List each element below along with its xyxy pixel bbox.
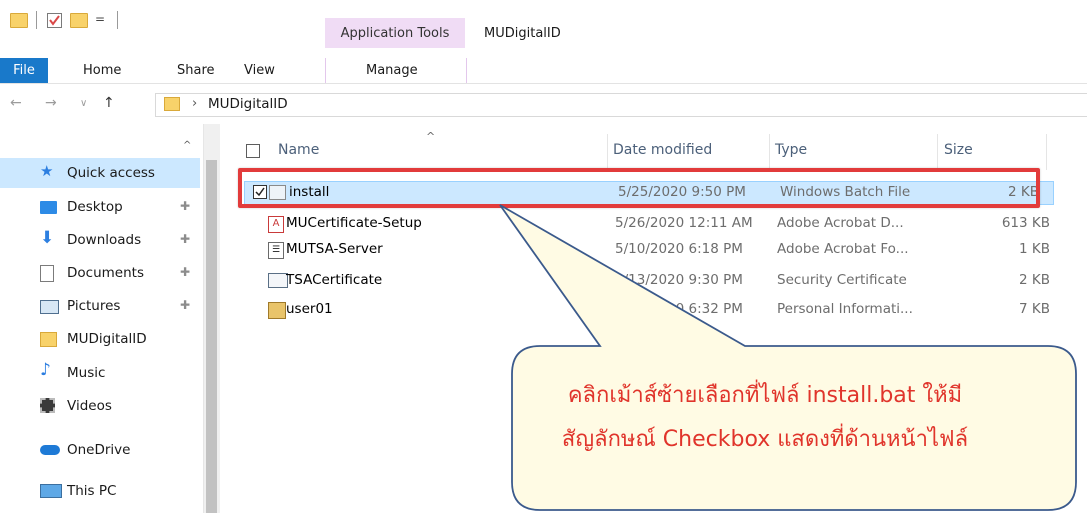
customize-dropdown-icon[interactable]: =	[95, 12, 105, 26]
divider	[117, 11, 118, 29]
pin-icon[interactable]: ✚	[180, 199, 190, 213]
back-arrow-icon[interactable]: ←	[10, 95, 22, 111]
ribbon-tabs: File Home Share View Manage	[0, 58, 1087, 84]
up-arrow-icon[interactable]: ↑	[103, 95, 115, 111]
column-header-name[interactable]: Name	[278, 142, 319, 158]
tab-share[interactable]: Share	[177, 58, 215, 83]
download-arrow-icon: ⬇	[40, 228, 55, 248]
folder-icon[interactable]	[10, 13, 28, 28]
personal-info-icon	[268, 302, 286, 319]
file-row-tsacertificate[interactable]: TSACertificate 5/13/2020 9:30 PM Securit…	[242, 270, 1064, 292]
pin-icon[interactable]: ✚	[180, 232, 190, 246]
certificate-icon	[268, 273, 288, 288]
document-icon	[40, 265, 54, 282]
acrobat-form-icon: ☰	[268, 242, 284, 259]
column-divider[interactable]	[1046, 134, 1047, 170]
pin-icon[interactable]: ✚	[180, 265, 190, 279]
highlight-rectangle	[238, 168, 1040, 208]
path-separator[interactable]: ›	[192, 96, 197, 111]
file-row-user01[interactable]: user01 5/10/2020 6:32 PM Personal Inform…	[242, 299, 1064, 321]
monitor-icon	[40, 484, 62, 498]
address-input[interactable]: › MUDigitalID	[155, 93, 1087, 117]
nav-item-desktop[interactable]: Desktop ✚	[0, 192, 200, 222]
nav-item-pictures[interactable]: Pictures ✚	[0, 291, 200, 321]
star-icon: ★	[40, 162, 54, 180]
desktop-icon	[40, 201, 57, 214]
file-row-mucertificate-setup[interactable]: A MUCertificate-Setup 5/26/2020 12:11 AM…	[242, 213, 1064, 235]
navigation-pane: ^ ★ Quick access Desktop ✚ ⬇ Downloads ✚…	[0, 124, 200, 513]
column-divider[interactable]	[937, 134, 938, 170]
column-header-size[interactable]: Size	[944, 142, 973, 158]
recent-locations-chevron-icon[interactable]: ∨	[80, 98, 87, 109]
tab-manage[interactable]: Manage	[366, 58, 418, 83]
column-divider[interactable]	[769, 134, 770, 170]
callout-text: คลิกเม้าส์ซ้ายเลือกที่ไฟล์ install.bat ใ…	[500, 374, 1030, 462]
properties-check-icon[interactable]	[47, 13, 62, 28]
address-bar: ← → ∨ ↑ › MUDigitalID	[0, 84, 1087, 124]
new-folder-icon[interactable]	[70, 13, 88, 28]
collapse-caret-icon[interactable]: ^	[183, 140, 191, 151]
nav-item-downloads[interactable]: ⬇ Downloads ✚	[0, 225, 200, 255]
pdf-file-icon: A	[268, 216, 284, 233]
film-icon	[40, 398, 55, 413]
nav-item-quick-access[interactable]: ★ Quick access	[0, 158, 200, 188]
music-note-icon: ♪	[40, 360, 51, 380]
sort-ascending-icon: ^	[426, 130, 436, 143]
breadcrumb-current-folder[interactable]: MUDigitalID	[208, 96, 288, 112]
nav-item-music[interactable]: ♪ Music	[0, 358, 200, 388]
tab-file[interactable]: File	[0, 58, 48, 83]
divider	[36, 11, 37, 29]
pictures-icon	[40, 300, 59, 314]
window-title: MUDigitalID	[484, 25, 561, 41]
nav-item-videos[interactable]: Videos	[0, 391, 200, 421]
column-header-date-modified[interactable]: Date modified	[613, 142, 712, 158]
tab-view[interactable]: View	[244, 58, 275, 83]
nav-item-onedrive[interactable]: OneDrive	[0, 435, 200, 465]
folder-icon	[164, 97, 180, 111]
tab-home[interactable]: Home	[83, 58, 121, 83]
cloud-icon	[40, 445, 60, 455]
nav-item-mudigitalid[interactable]: MUDigitalID	[0, 324, 200, 354]
forward-arrow-icon[interactable]: →	[45, 95, 57, 111]
select-all-checkbox[interactable]	[246, 144, 260, 158]
folder-icon	[40, 332, 57, 347]
nav-item-documents[interactable]: Documents ✚	[0, 258, 200, 288]
pin-icon[interactable]: ✚	[180, 298, 190, 312]
callout-line-2: สัญลักษณ์ Checkbox แสดงที่ด้านหน้าไฟล์	[561, 427, 969, 452]
nav-scrollbar-thumb[interactable]	[206, 160, 217, 513]
column-header-type[interactable]: Type	[775, 142, 807, 158]
file-row-mutsa-server[interactable]: ☰ MUTSA-Server 5/10/2020 6:18 PM Adobe A…	[242, 239, 1064, 261]
callout-line-1: คลิกเม้าส์ซ้ายเลือกที่ไฟล์ install.bat ใ…	[567, 383, 963, 408]
nav-item-this-pc[interactable]: This PC	[0, 476, 200, 506]
column-divider[interactable]	[607, 134, 608, 170]
title-bar: = Application Tools MUDigitalID	[0, 0, 1087, 58]
application-tools-label: Application Tools	[325, 18, 465, 48]
